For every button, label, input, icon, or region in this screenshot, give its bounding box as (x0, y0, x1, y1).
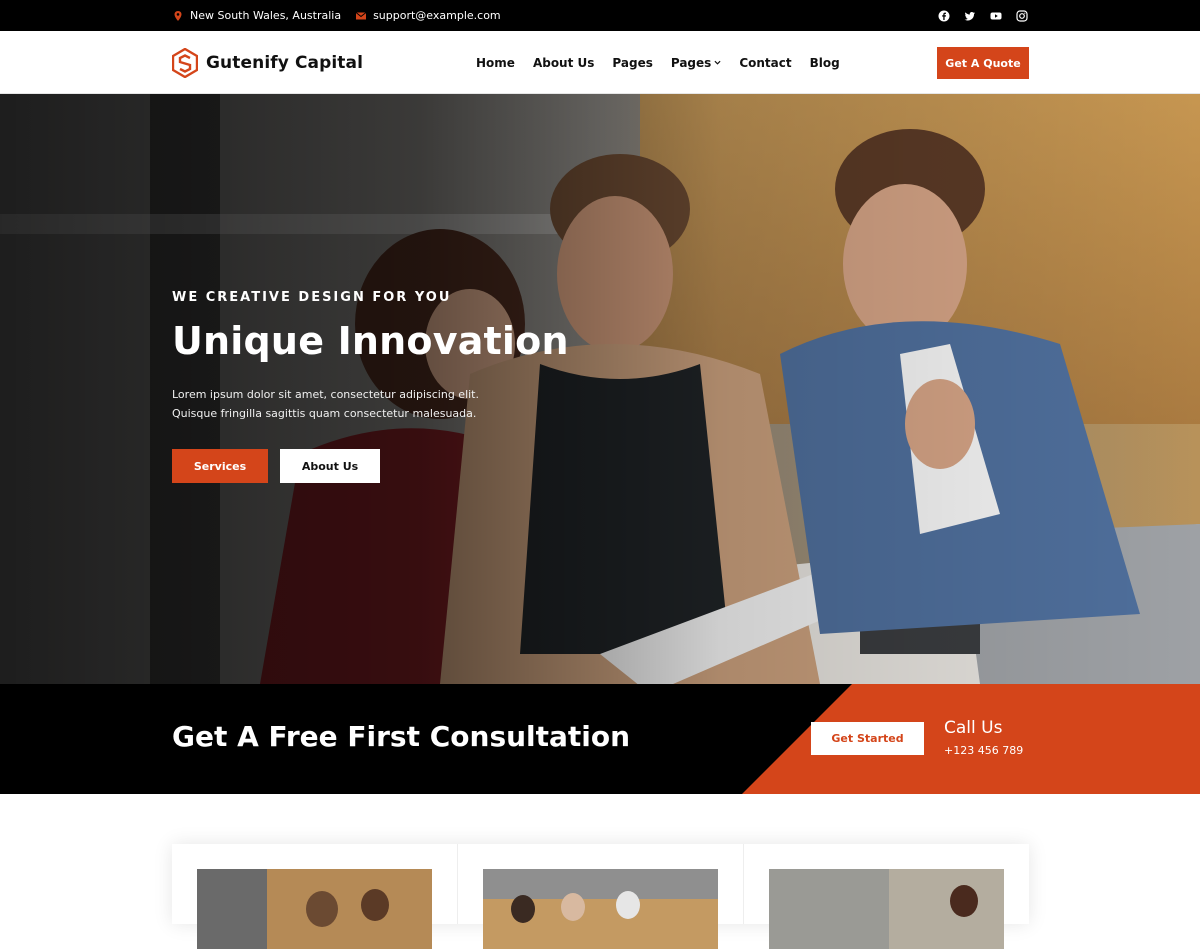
map-pin-icon (174, 10, 182, 21)
call-us-block: Call Us +123 456 789 (944, 718, 1023, 757)
card-image (483, 869, 718, 949)
brand-name: Gutenify Capital (206, 53, 364, 73)
nav-pages-dropdown[interactable]: Pages (671, 56, 721, 70)
social-links (938, 0, 1028, 31)
site-header: Gutenify Capital Home About Us Pages Pag… (0, 31, 1200, 94)
hero-description-line-1: Lorem ipsum dolor sit amet, consectetur … (172, 388, 479, 401)
main-nav: Home About Us Pages Pages Contact Blog (476, 31, 840, 94)
nav-contact[interactable]: Contact (739, 56, 791, 70)
hero-description: Lorem ipsum dolor sit amet, consectetur … (172, 385, 502, 423)
consultation-title: Get A Free First Consultation (172, 720, 631, 753)
services-button[interactable]: Services (172, 449, 268, 483)
email-text[interactable]: support@example.com (373, 9, 501, 22)
nav-about-us[interactable]: About Us (533, 56, 594, 70)
call-us-label: Call Us (944, 718, 1003, 738)
about-us-button[interactable]: About Us (280, 449, 380, 483)
nav-pages-dropdown-label: Pages (670, 55, 712, 70)
top-bar: New South Wales, Australia support@examp… (0, 0, 1200, 31)
envelope-icon (355, 11, 367, 19)
brand-link[interactable]: Gutenify Capital (172, 47, 363, 79)
brand-logo-icon (172, 48, 198, 78)
feature-card[interactable] (458, 844, 744, 949)
email-item[interactable]: support@example.com (355, 9, 501, 22)
get-a-quote-button[interactable]: Get A Quote (937, 47, 1029, 79)
hero-section: WE CREATIVE DESIGN FOR YOU Unique Innova… (0, 94, 1200, 684)
location-text: New South Wales, Australia (190, 9, 342, 22)
youtube-icon[interactable] (990, 10, 1002, 22)
card-image (197, 869, 432, 949)
location-item: New South Wales, Australia (172, 9, 341, 22)
card-image (769, 869, 1004, 949)
nav-pages[interactable]: Pages (612, 56, 652, 70)
hero-title: Unique Innovation (172, 319, 569, 363)
contact-info: New South Wales, Australia support@examp… (172, 0, 501, 31)
nav-home[interactable]: Home (476, 56, 515, 70)
consultation-band: Get A Free First Consultation Get Starte… (0, 684, 1200, 794)
chevron-down-icon (714, 60, 721, 65)
feature-card[interactable] (744, 844, 1029, 949)
hero-content: WE CREATIVE DESIGN FOR YOU Unique Innova… (172, 290, 632, 483)
hero-eyebrow: WE CREATIVE DESIGN FOR YOU (172, 290, 452, 305)
nav-blog[interactable]: Blog (810, 56, 840, 70)
twitter-icon[interactable] (964, 10, 976, 22)
instagram-icon[interactable] (1016, 9, 1028, 22)
feature-cards (172, 844, 1029, 949)
get-started-button[interactable]: Get Started (811, 722, 924, 755)
phone-number[interactable]: +123 456 789 (944, 744, 1023, 757)
hero-description-line-2: Quisque fringilla sagittis quam consecte… (172, 407, 477, 420)
hero-buttons: Services About Us (172, 449, 632, 483)
feature-card[interactable] (172, 844, 458, 949)
facebook-icon[interactable] (938, 10, 950, 22)
